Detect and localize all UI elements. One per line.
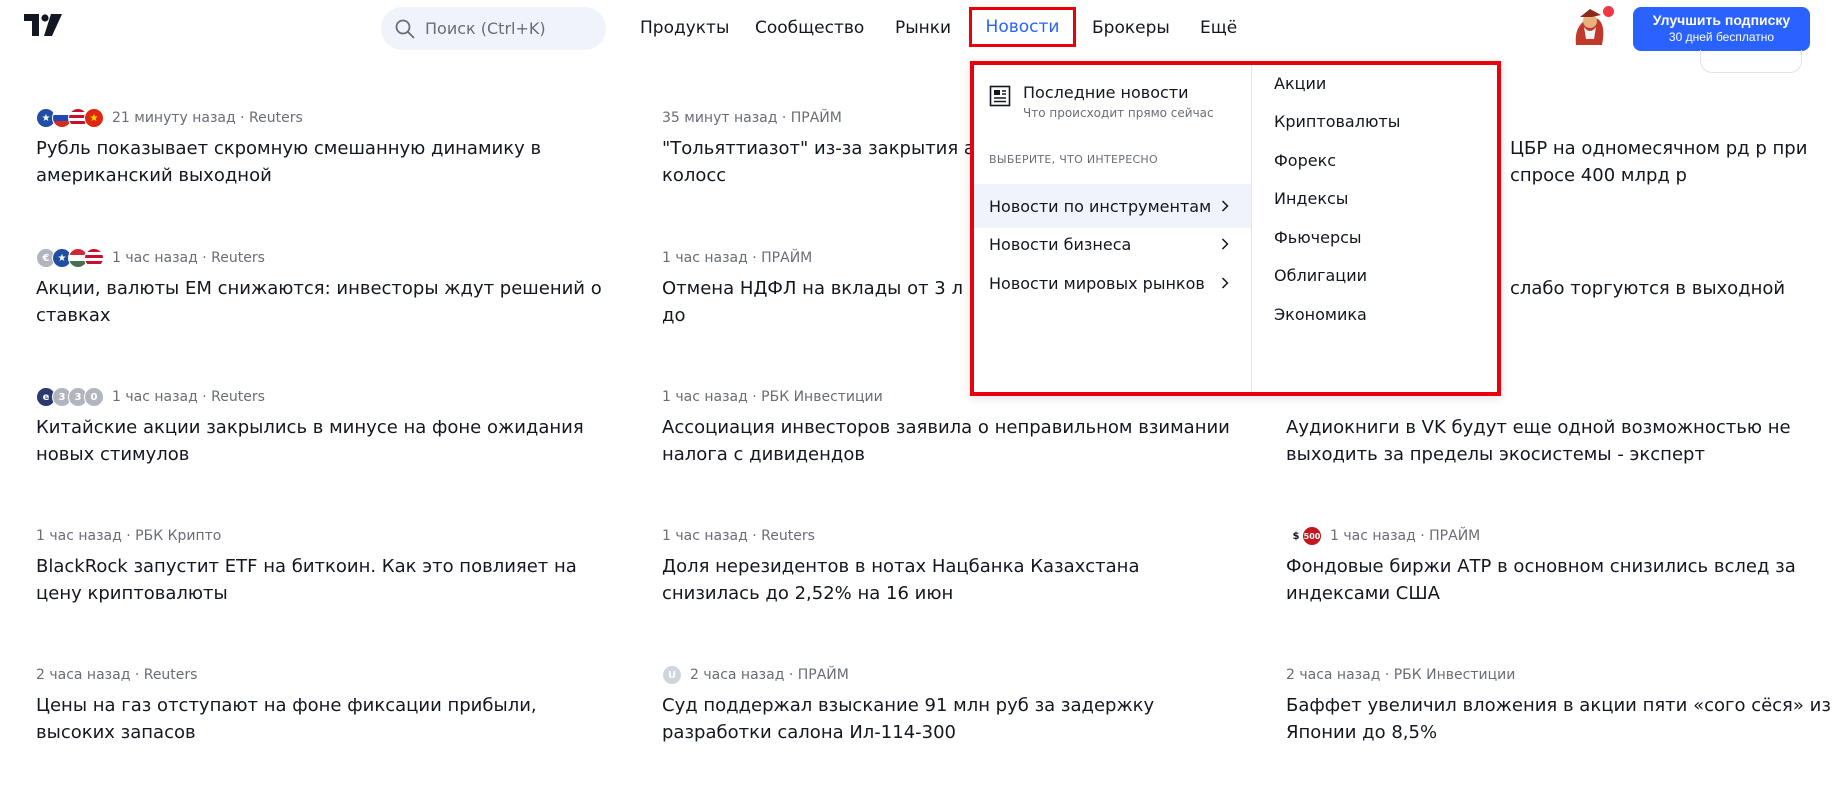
news-meta: U 2 часа назад · ПРАЙМ [662,664,1242,686]
news-meta: 2 часа назад · РБК Инвестиции [1286,664,1833,686]
submenu-item-futures[interactable]: Фьючерсы [1274,228,1362,247]
news-meta: ★ ★ 21 минуту назад · Reuters [36,107,616,129]
news-card[interactable]: ЦБР на одномесячном рд р при спросе 400 … [1510,107,1830,189]
news-meta-text: 1 час назад · Reuters [112,250,265,266]
news-meta-text: 2 часа назад · Reuters [36,667,198,683]
news-meta-text: 35 минут назад · ПРАЙМ [662,110,842,126]
partial-button[interactable] [1700,50,1802,73]
chevron-right-icon [1221,238,1229,250]
menu-item-label: Новости по инструментам [989,196,1212,216]
news-headline[interactable]: слабо торгуются в выходной [1510,275,1830,302]
news-headline[interactable]: Акции, валюты ЕМ снижаются: инвесторы жд… [36,275,616,329]
chevron-right-icon [1221,200,1229,212]
news-card[interactable]: слабо торгуются в выходной [1510,247,1830,302]
news-card[interactable]: 1 час назад · РБК Инвестиции Ассоциация … [662,386,1242,468]
news-card[interactable]: € ★ 1 час назад · Reuters Акции, валюты … [36,247,616,329]
upgrade-label: Улучшить подписку [1652,12,1791,28]
nav-news[interactable]: Новости [969,7,1076,47]
news-card[interactable]: Аудиокниги в VK будут еще одной возможно… [1286,386,1833,468]
nav-more[interactable]: Ещё [1200,18,1237,38]
menu-item-label: Новости мировых рынков [989,273,1205,293]
news-meta-text: 1 час назад · ПРАЙМ [662,250,813,266]
news-headline[interactable]: Доля нерезидентов в нотах Нацбанка Казах… [662,553,1242,607]
notification-dot [1603,6,1614,17]
submenu-item-forex[interactable]: Форекс [1274,151,1336,170]
nav-community[interactable]: Сообщество [755,18,864,38]
news-meta-text: 1 час назад · ПРАЙМ [1330,528,1481,544]
dropdown-caption: ВЫБЕРИТЕ, ЧТО ИНТЕРЕСНО [989,153,1158,166]
submenu-item-crypto[interactable]: Криптовалюты [1274,112,1400,131]
latest-news-title: Последние новости [1023,83,1189,102]
news-headline[interactable]: Ассоциация инвесторов заявила о неправил… [662,414,1242,468]
flags: U [662,665,682,685]
nav-markets[interactable]: Рынки [895,18,951,38]
news-card[interactable]: 2 часа назад · Reuters Цены на газ отсту… [36,664,616,746]
news-meta-text: 1 час назад · Reuters [112,389,265,405]
flags: $ 500 [1286,526,1322,546]
submenu-item-indices[interactable]: Индексы [1274,189,1348,208]
news-meta: $ 500 1 час назад · ПРАЙМ [1286,525,1833,547]
news-meta: 2 часа назад · Reuters [36,664,616,686]
news-headline[interactable]: Баффет увеличил вложения в акции пяти «с… [1286,692,1833,746]
us-flag-icon [84,248,104,268]
company-badge-icon: U [662,665,682,685]
flags: e 3 3 0 [36,387,104,407]
news-headline[interactable]: Аудиокниги в VK будут еще одной возможно… [1286,414,1833,468]
newspaper-icon [989,85,1011,107]
news-meta [1510,107,1830,129]
chevron-right-icon [1221,277,1229,289]
tradingview-logo[interactable] [24,14,68,44]
news-meta-text: 2 часа назад · ПРАЙМ [690,667,849,683]
news-headline[interactable]: Китайские акции закрылись в минусе на фо… [36,414,616,468]
news-meta [1510,247,1830,269]
company-badge-icon: 0 [84,387,104,407]
submenu-item-stocks[interactable]: Акции [1274,74,1326,93]
upgrade-sublabel: 30 дней бесплатно [1668,30,1775,44]
news-headline[interactable]: Цены на газ отступают на фоне фиксации п… [36,692,616,746]
news-meta: € ★ 1 час назад · Reuters [36,247,616,269]
news-card[interactable]: U 2 часа назад · ПРАЙМ Суд поддержал взы… [662,664,1242,746]
news-card[interactable]: 1 час назад · Reuters Доля нерезидентов … [662,525,1242,607]
flags: ★ ★ [36,108,104,128]
news-meta-text: 1 час назад · РБК Инвестиции [662,389,883,405]
news-meta: 1 час назад · Reuters [662,525,1242,547]
menu-item-label: Новости бизнеса [989,234,1132,254]
latest-news-link[interactable]: Последние новости Что происходит прямо с… [989,83,1214,120]
sp500-badge-icon: 500 [1302,526,1322,546]
news-meta-text: 21 минуту назад · Reuters [112,110,303,126]
news-meta-text: 1 час назад · РБК Крипто [36,528,222,544]
nav-brokers[interactable]: Брокеры [1092,18,1170,38]
news-meta-text: 2 часа назад · РБК Инвестиции [1286,667,1516,683]
nav-products[interactable]: Продукты [640,18,729,38]
news-card[interactable]: ★ ★ 21 минуту назад · Reuters Рубль пока… [36,107,616,189]
search-input[interactable]: Поиск (Ctrl+K) [381,7,606,50]
nav-news-label: Новости [985,17,1060,37]
latest-news-subtitle: Что происходит прямо сейчас [1023,106,1214,120]
news-meta: 1 час назад · РБК Крипто [36,525,616,547]
menu-item-world-markets-news[interactable]: Новости мировых рынков [974,261,1251,305]
news-card[interactable]: e 3 3 0 1 час назад · Reuters Китайские … [36,386,616,468]
news-card[interactable]: $ 500 1 час назад · ПРАЙМ Фондовые биржи… [1286,525,1833,607]
news-headline[interactable]: Суд поддержал взыскание 91 млн руб за за… [662,692,1242,746]
news-headline[interactable]: ЦБР на одномесячном рд р при спросе 400 … [1510,135,1830,189]
cn-flag-icon: ★ [84,108,104,128]
upgrade-button[interactable]: Улучшить подписку 30 дней бесплатно [1633,7,1810,51]
dropdown-left-panel: Последние новости Что происходит прямо с… [974,65,1252,392]
submenu-item-bonds[interactable]: Облигации [1274,266,1367,285]
search-placeholder: Поиск (Ctrl+K) [425,19,546,38]
news-dropdown-menu: Последние новости Что происходит прямо с… [970,61,1501,396]
flags: € ★ [36,248,104,268]
search-icon [395,19,415,38]
news-headline[interactable]: BlackRock запустит ETF на биткоин. Как э… [36,553,616,607]
news-headline[interactable]: Рубль показывает скромную смешанную дина… [36,135,616,189]
news-card[interactable]: 2 часа назад · РБК Инвестиции Баффет уве… [1286,664,1833,746]
news-headline[interactable]: Фондовые биржи АТР в основном снизились … [1286,553,1833,607]
submenu-item-economy[interactable]: Экономика [1274,305,1367,324]
menu-item-business-news[interactable]: Новости бизнеса [974,222,1251,266]
news-meta: e 3 3 0 1 час назад · Reuters [36,386,616,408]
news-card[interactable]: 1 час назад · РБК Крипто BlackRock запус… [36,525,616,607]
news-meta-text: 1 час назад · Reuters [662,528,815,544]
